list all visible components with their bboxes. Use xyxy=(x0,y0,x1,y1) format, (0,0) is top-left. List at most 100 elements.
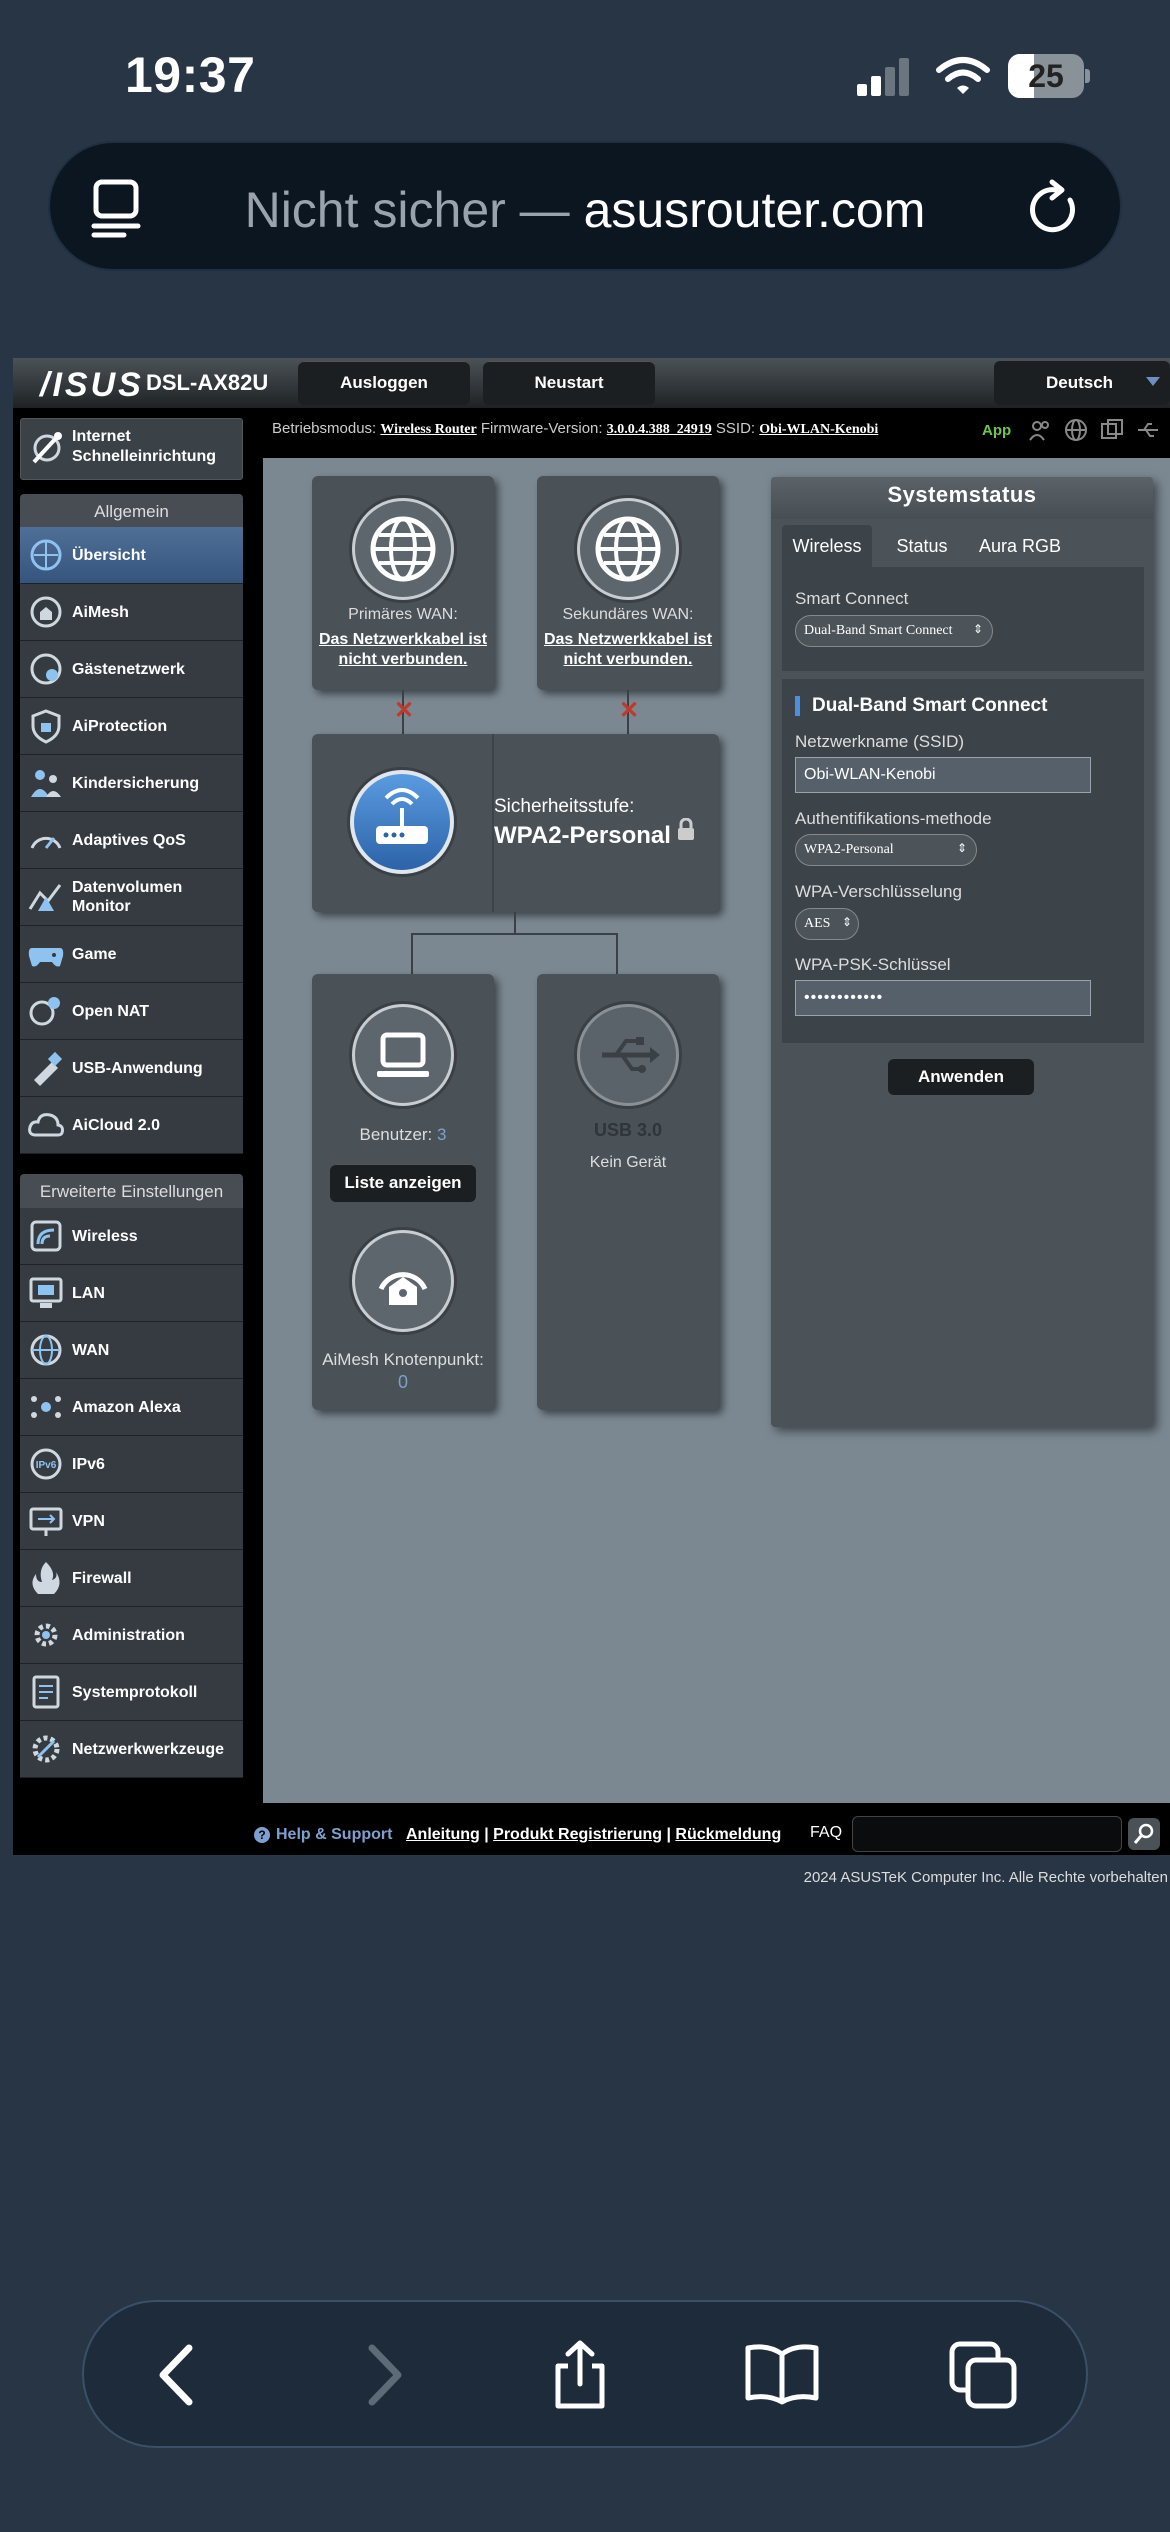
system-status-title: Systemstatus xyxy=(887,482,1037,507)
sidebar-item-label: Administration xyxy=(72,1626,185,1644)
connector-line xyxy=(514,912,516,934)
sidebar-item-label: Wireless xyxy=(72,1227,138,1245)
tab-status[interactable]: Status xyxy=(882,525,962,567)
sidebar-item-wireless[interactable]: Wireless xyxy=(20,1208,243,1265)
aimesh-node-icon[interactable] xyxy=(352,1230,454,1332)
manual-link[interactable]: Anleitung xyxy=(406,1826,480,1843)
wireless-icon xyxy=(26,1216,66,1256)
syslog-icon xyxy=(26,1672,66,1712)
usb-icon[interactable] xyxy=(577,1004,679,1106)
sidebar-item-label: Amazon Alexa xyxy=(72,1398,181,1416)
wan-globe-icon xyxy=(26,1330,66,1370)
traffic-monitor-icon xyxy=(26,877,66,917)
connector-line xyxy=(411,933,618,935)
connector-line xyxy=(616,933,618,975)
forward-icon[interactable] xyxy=(344,2340,424,2410)
clients-computer-icon[interactable] xyxy=(352,1004,454,1106)
security-label: Sicherheitsstufe: xyxy=(494,796,635,817)
parental-control-icon xyxy=(26,763,66,803)
asus-logo: /ISUS xyxy=(40,366,144,404)
battery-icon: 25 xyxy=(1008,54,1090,98)
sidebar-item-aicloud-2-0[interactable]: AiCloud 2.0 xyxy=(20,1097,243,1154)
firmware-link[interactable]: 3.0.0.4.388_24919 xyxy=(607,422,712,437)
tabs-icon[interactable] xyxy=(944,2340,1024,2410)
registration-link[interactable]: Produkt Registrierung xyxy=(493,1826,662,1843)
help-support-link[interactable]: Help & Support xyxy=(276,1826,392,1844)
sidebar-item-gästenetzwerk[interactable]: Gästenetzwerk xyxy=(20,641,243,698)
app-link[interactable]: App xyxy=(982,422,1011,439)
sidebar-item-administration[interactable]: Administration xyxy=(20,1607,243,1664)
band-title: Dual-Band Smart Connect xyxy=(812,695,1048,716)
sidebar-item-game[interactable]: Game xyxy=(20,926,243,983)
share-icon[interactable] xyxy=(540,2340,620,2410)
copy-status-icon[interactable] xyxy=(1100,418,1124,442)
disconnected-x-icon: ✕ xyxy=(619,697,640,724)
globe-status-icon[interactable] xyxy=(1064,418,1088,442)
sidebar-item-label: USB-Anwendung xyxy=(72,1059,203,1077)
smart-connect-select[interactable]: Dual-Band Smart Connect xyxy=(795,615,993,647)
language-select[interactable]: Deutsch xyxy=(994,361,1170,405)
secondary-wan-status[interactable]: Das Netzwerkkabel ist nicht verbunden. xyxy=(543,630,713,670)
search-icon xyxy=(1133,1823,1154,1844)
sidebar-item-label: Gästenetzwerk xyxy=(72,660,185,678)
usb-status: Kein Gerät xyxy=(589,1154,667,1171)
sidebar-item-aimesh[interactable]: AiMesh xyxy=(20,584,243,641)
psk-input[interactable]: •••••••••••• xyxy=(795,980,1091,1016)
primary-wan-status[interactable]: Das Netzwerkkabel ist nicht verbunden. xyxy=(318,630,488,670)
qos-icon xyxy=(26,820,66,860)
sidebar-item-label: Übersicht xyxy=(72,546,146,564)
sidebar-item-usb-anwendung[interactable]: USB-Anwendung xyxy=(20,1040,243,1097)
router-icon[interactable] xyxy=(350,770,454,874)
sidebar-item-netzwerkwerkzeuge[interactable]: Netzwerkwerkzeuge xyxy=(20,1721,243,1778)
sidebar-item-datenvolumen-monitor[interactable]: Datenvolumen Monitor xyxy=(20,869,243,926)
tab-aura-rgb[interactable]: Aura RGB xyxy=(970,525,1070,567)
auth-method-select[interactable]: WPA2-Personal xyxy=(795,834,977,866)
apply-button[interactable]: Anwenden xyxy=(888,1059,1034,1095)
wan-globe-icon[interactable] xyxy=(352,498,454,600)
sidebar-item-adaptives-qos[interactable]: Adaptives QoS xyxy=(20,812,243,869)
reboot-button[interactable]: Neustart xyxy=(483,361,655,405)
reload-icon[interactable] xyxy=(1026,178,1084,238)
url-text[interactable]: Nicht sicher — asusrouter.com xyxy=(50,181,1120,239)
sidebar-item-label: LAN xyxy=(72,1284,105,1302)
secondary-wan-label: Sekundäres WAN: xyxy=(562,606,694,623)
ssid-link[interactable]: Obi-WLAN-Kenobi xyxy=(759,422,878,437)
sidebar-item-kindersicherung[interactable]: Kindersicherung xyxy=(20,755,243,812)
sidebar-item-label: Open NAT xyxy=(72,1002,150,1020)
wan-globe-icon[interactable] xyxy=(577,498,679,600)
back-icon[interactable] xyxy=(137,2340,217,2410)
sidebar-item-systemprotokoll[interactable]: Systemprotokoll xyxy=(20,1664,243,1721)
sidebar-item-firewall[interactable]: Firewall xyxy=(20,1550,243,1607)
aimesh-icon xyxy=(26,592,66,632)
open-nat-icon xyxy=(26,991,66,1031)
sidebar-item-lan[interactable]: LAN xyxy=(20,1265,243,1322)
admin-gear-icon xyxy=(26,1615,66,1655)
firewall-icon xyxy=(26,1558,66,1598)
sidebar-item-wan[interactable]: WAN xyxy=(20,1322,243,1379)
usb-status-icon[interactable] xyxy=(1136,418,1160,442)
show-list-button[interactable]: Liste anzeigen xyxy=(330,1164,476,1202)
bookmarks-icon[interactable] xyxy=(742,2340,822,2410)
quick-setup-label: Internet Schnelleinrichtung xyxy=(72,428,217,465)
sidebar-item-amazon-alexa[interactable]: Amazon Alexa xyxy=(20,1379,243,1436)
clients-label: Benutzer: 3 xyxy=(359,1125,447,1144)
feedback-link[interactable]: Rückmeldung xyxy=(675,1826,781,1843)
ssid-input[interactable]: Obi-WLAN-Kenobi xyxy=(795,757,1091,793)
sidebar-item-vpn[interactable]: VPN xyxy=(20,1493,243,1550)
vpn-icon xyxy=(26,1501,66,1541)
gamepad-icon xyxy=(26,934,66,974)
page-menu-icon[interactable] xyxy=(90,178,146,238)
sidebar-item-ipv6[interactable]: IPv6 IPv6 xyxy=(20,1436,243,1493)
help-icon: ? xyxy=(254,1827,270,1843)
sidebar-item-open-nat[interactable]: Open NAT xyxy=(20,983,243,1040)
address-bar[interactable]: Nicht sicher — asusrouter.com xyxy=(50,143,1120,269)
sidebar-item-übersicht[interactable]: Übersicht xyxy=(20,527,243,584)
tab-wireless[interactable]: Wireless xyxy=(782,525,872,567)
logout-button[interactable]: Ausloggen xyxy=(298,361,470,405)
users-icon[interactable] xyxy=(1028,418,1052,442)
disconnected-x-icon: ✕ xyxy=(394,697,415,724)
operation-mode-link[interactable]: Wireless Router xyxy=(380,422,476,437)
sidebar-item-aiprotection[interactable]: AiProtection xyxy=(20,698,243,755)
faq-search-button[interactable] xyxy=(1128,1818,1160,1850)
faq-search-input[interactable] xyxy=(852,1816,1122,1852)
